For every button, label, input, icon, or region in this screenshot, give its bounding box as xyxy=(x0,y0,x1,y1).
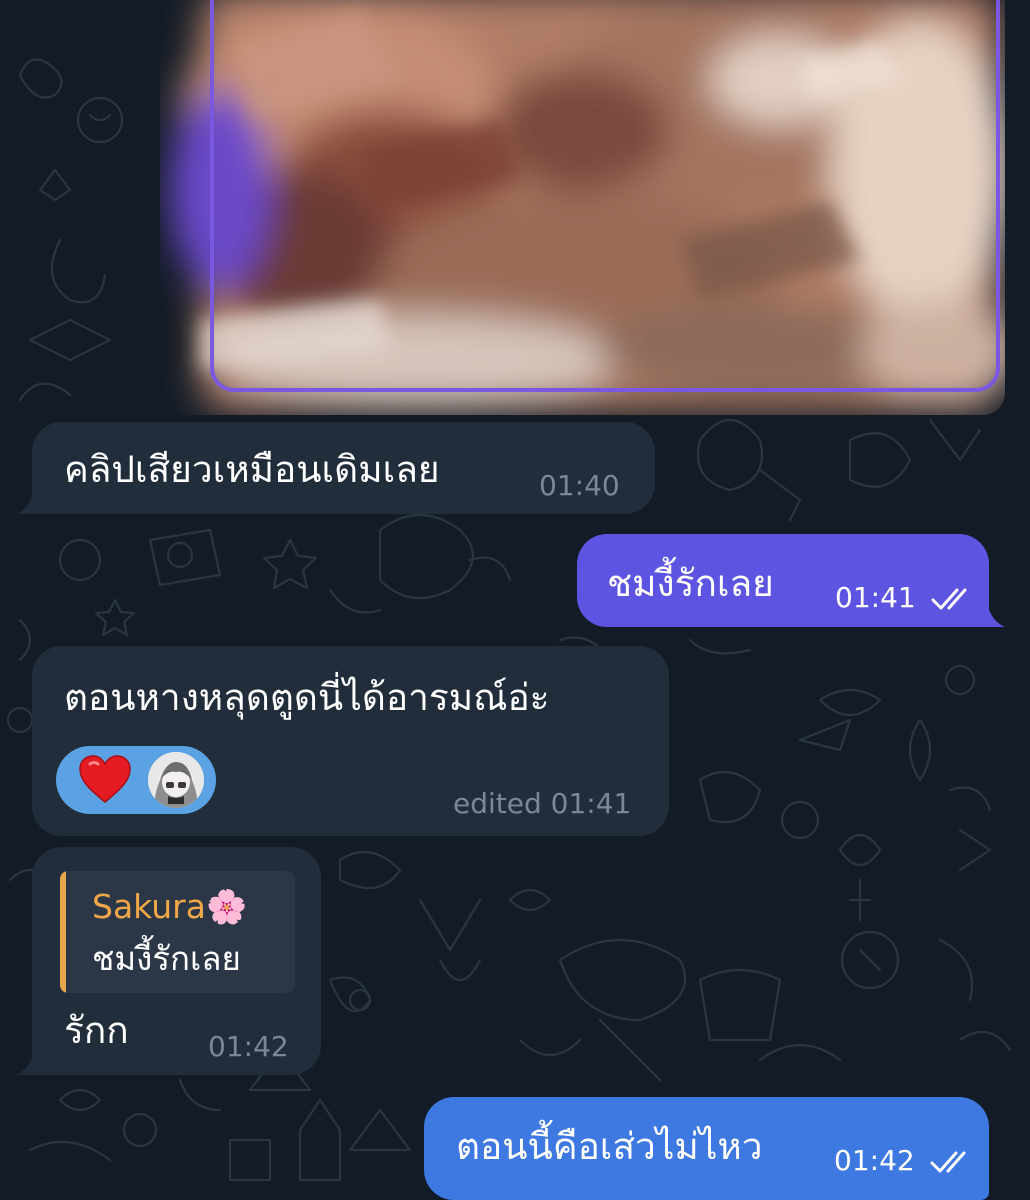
bubble-tail xyxy=(16,490,46,514)
message-text: รักก xyxy=(64,1009,129,1052)
double-check-icon xyxy=(930,1151,966,1173)
reply-text: ชมงี้รักเลย xyxy=(92,939,241,978)
reply-quote-bar xyxy=(60,871,66,993)
message-incoming-1[interactable]: คลิปเสียวเหมือนเดิมเลย 01:40 xyxy=(32,422,655,514)
message-outgoing-1[interactable]: ชมงี้รักเลย 01:41 xyxy=(577,534,989,627)
message-text: ตอนนี้คือเส่วไม่ไหว xyxy=(456,1125,763,1168)
message-time: edited 01:41 xyxy=(453,787,632,820)
message-time: 01:41 xyxy=(835,581,916,614)
message-incoming-2[interactable]: ตอนหางหลุดตูดนี่ได้อารมณ์อ่ะ edited 01:4… xyxy=(32,646,669,836)
reply-author: Sakura🌸 xyxy=(92,887,248,926)
message-time: 01:42 xyxy=(208,1030,289,1063)
message-incoming-3[interactable]: Sakura🌸 ชมงี้รักเลย รักก 01:42 xyxy=(32,847,321,1075)
media-frame xyxy=(210,0,1000,392)
message-text: ชมงี้รักเลย xyxy=(607,562,774,605)
reply-quote[interactable]: Sakura🌸 ชมงี้รักเลย xyxy=(60,871,295,993)
chat-view[interactable]: คลิปเสียวเหมือนเดิมเลย 01:40 ชมงี้รักเลย… xyxy=(0,0,1030,1200)
message-time: 01:42 xyxy=(834,1144,915,1177)
heart-icon xyxy=(79,755,131,803)
bubble-tail xyxy=(975,603,1005,627)
bubble-tail xyxy=(16,1051,46,1075)
message-outgoing-2[interactable]: ตอนนี้คือเส่วไม่ไหว 01:42 xyxy=(424,1097,989,1200)
double-check-icon xyxy=(931,588,967,610)
anime-avatar xyxy=(148,752,204,808)
message-text: คลิปเสียวเหมือนเดิมเลย xyxy=(64,448,440,491)
reaction-chip[interactable] xyxy=(56,746,216,814)
message-time: 01:40 xyxy=(539,469,620,502)
message-text: ตอนหางหลุดตูดนี่ได้อารมณ์อ่ะ xyxy=(64,676,550,719)
